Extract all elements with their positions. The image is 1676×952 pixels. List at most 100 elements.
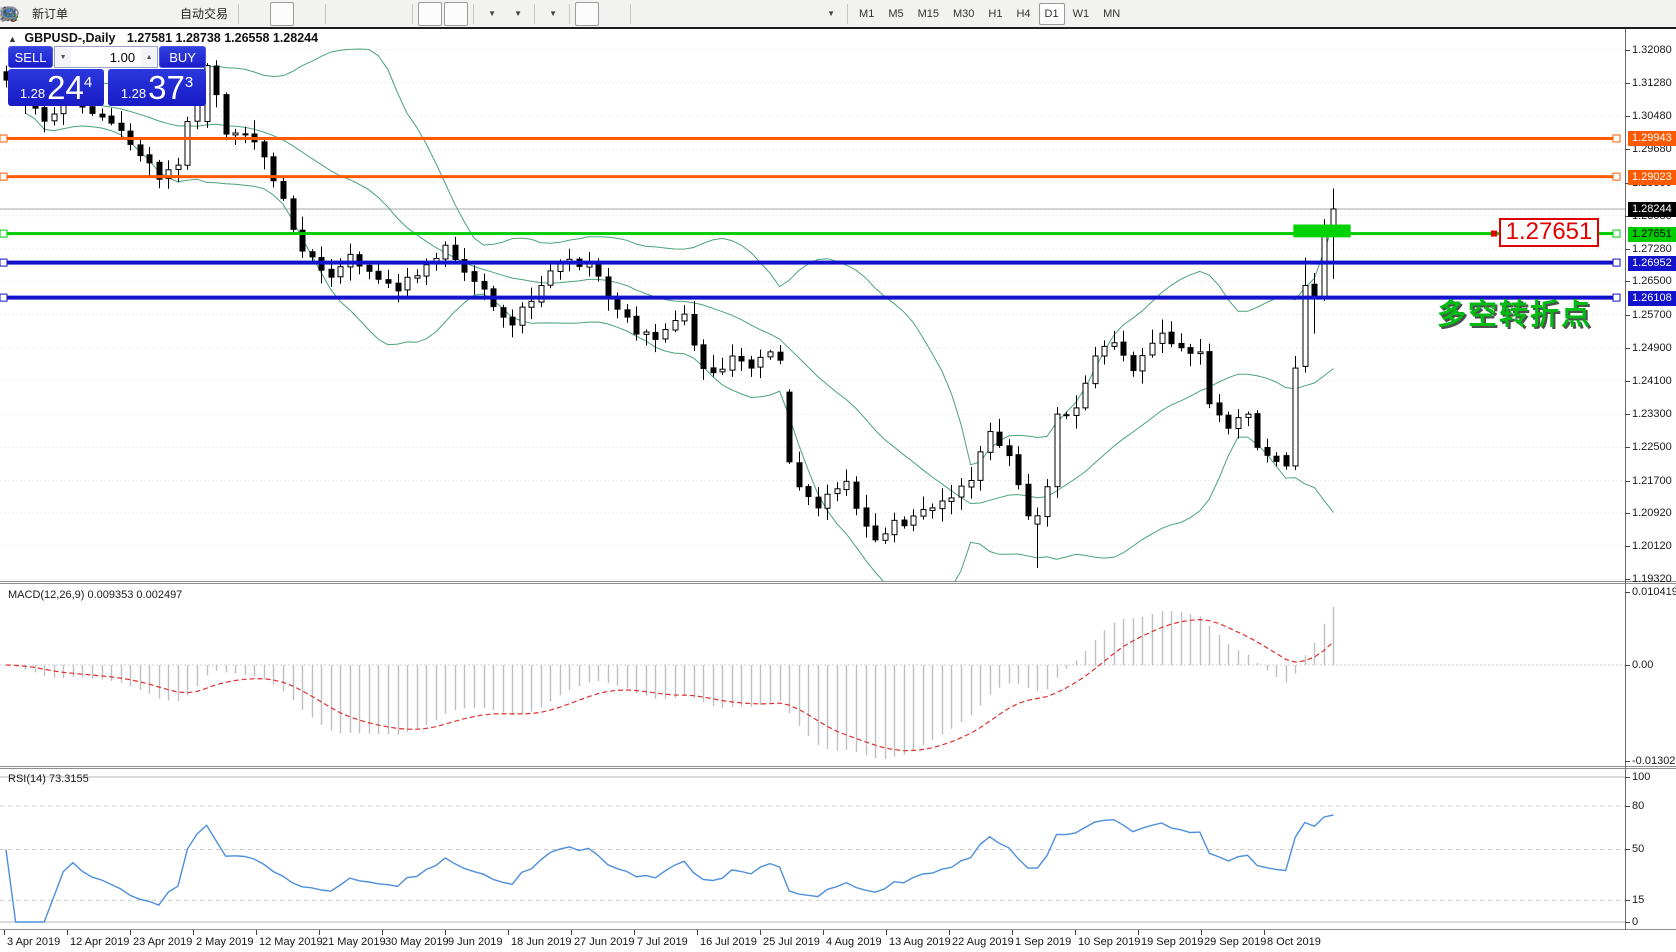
timeframe-button-mn[interactable]: MN xyxy=(1097,3,1126,25)
signals-icon[interactable] xyxy=(1,2,151,26)
date-label: 23 Apr 2019 xyxy=(133,936,193,948)
horizontal-line-object[interactable] xyxy=(0,260,1620,265)
date-tick xyxy=(445,930,446,935)
line-anchor[interactable] xyxy=(0,258,8,267)
autotrading-icon[interactable] xyxy=(0,2,177,26)
timeframe-button-w1[interactable]: W1 xyxy=(1067,3,1096,25)
volume-stepper: ▼ ▲ xyxy=(54,46,159,68)
date-label: 7 Jul 2019 xyxy=(637,936,688,948)
shapes-tool[interactable]: ▼ xyxy=(5,2,842,26)
line-anchor[interactable] xyxy=(1612,258,1621,267)
axis-tick xyxy=(1625,592,1630,593)
timeframe-button-m1[interactable]: M1 xyxy=(853,3,880,25)
separator xyxy=(847,3,849,24)
new-order-label[interactable]: 新订单 xyxy=(32,5,68,22)
buy-button[interactable]: BUY xyxy=(159,46,206,68)
trendline-tool[interactable] xyxy=(1,2,712,26)
data-window-icon[interactable] xyxy=(2,2,125,26)
macd-axis-label: 0.00 xyxy=(1632,659,1654,671)
candle xyxy=(1054,407,1061,498)
chevron-down-icon: ▼ xyxy=(549,9,557,18)
date-label: 21 May 2019 xyxy=(322,936,386,948)
market-watch-icon[interactable] xyxy=(1,2,99,26)
date-label: 27 Jun 2019 xyxy=(574,936,635,948)
rectangle-object[interactable] xyxy=(1293,224,1351,238)
separator xyxy=(412,3,414,24)
autotrading-label[interactable]: 自动交易 xyxy=(180,5,228,22)
periods-button[interactable]: ▼ xyxy=(1,2,529,26)
timeframe-button-m30[interactable]: M30 xyxy=(947,3,980,25)
zoom-in-button[interactable] xyxy=(2,2,355,26)
date-label: 22 Aug 2019 xyxy=(952,936,1014,948)
axis-tick xyxy=(1625,347,1630,349)
horizontal-line-object[interactable] xyxy=(0,175,1620,179)
annotation-anchor[interactable] xyxy=(1491,230,1497,237)
line-anchor[interactable] xyxy=(0,229,8,238)
label-tool[interactable]: T xyxy=(0,2,816,26)
line-anchor[interactable] xyxy=(0,293,8,302)
auto-scroll-button[interactable] xyxy=(2,1,443,26)
price-text-annotation[interactable]: 1.27651 xyxy=(1499,218,1599,247)
cursor-tool-button[interactable] xyxy=(4,1,600,26)
line-anchor[interactable] xyxy=(0,134,8,143)
buy-price-display[interactable]: 1.28 37 3 xyxy=(108,69,206,106)
text-tool[interactable]: A xyxy=(3,2,790,26)
chat-icon[interactable] xyxy=(1,2,1665,26)
channel-tool[interactable]: E xyxy=(1,2,738,26)
date-label: 10 Sep 2019 xyxy=(1078,936,1141,948)
rsi-axis-label: 50 xyxy=(1632,843,1645,855)
one-click-trading-panel: SELL ▼ ▲ BUY 1.28 24 4 1.28 37 3 xyxy=(8,46,206,106)
horizontal-line-object[interactable] xyxy=(0,232,1620,236)
collapse-icon[interactable]: ▲ xyxy=(8,34,17,44)
date-label: 12 Apr 2019 xyxy=(70,936,130,948)
line-anchor[interactable] xyxy=(1612,172,1621,181)
horizontal-line-object[interactable] xyxy=(0,136,1620,140)
axis-tick xyxy=(1625,849,1630,850)
candle xyxy=(184,116,191,170)
panel-separator[interactable] xyxy=(0,581,1676,582)
axis-tick xyxy=(1625,248,1630,250)
main-chart[interactable] xyxy=(0,29,1625,581)
sell-price-display[interactable]: 1.28 24 4 xyxy=(8,69,104,106)
macd-label: MACD(12,26,9) 0.009353 0.002497 xyxy=(8,589,183,601)
line-anchor[interactable] xyxy=(1612,293,1621,302)
volume-decrease-button[interactable]: ▼ xyxy=(55,47,72,67)
timeframe-button-h4[interactable]: H4 xyxy=(1010,3,1036,25)
vertical-line-tool[interactable] xyxy=(6,2,660,26)
line-anchor[interactable] xyxy=(1612,134,1621,143)
macd-panel[interactable] xyxy=(0,584,1625,766)
volume-increase-button[interactable]: ▲ xyxy=(141,47,158,67)
sell-button[interactable]: SELL xyxy=(8,46,54,68)
candle xyxy=(1292,356,1299,471)
chevron-down-icon: ▼ xyxy=(827,9,835,18)
line-chart-mode-button[interactable] xyxy=(1,2,320,26)
bar-chart-mode-button[interactable] xyxy=(3,2,268,26)
panel-separator[interactable] xyxy=(0,766,1676,767)
timeframe-button-d1[interactable]: D1 xyxy=(1038,2,1065,25)
indicators-button[interactable]: ▼ xyxy=(0,2,564,26)
axis-tick xyxy=(1625,512,1630,514)
turning-point-annotation[interactable]: 多空转折点 xyxy=(1437,291,1592,333)
crosshair-tool-button[interactable] xyxy=(1,2,625,26)
search-icon[interactable] xyxy=(2,2,1626,26)
zoom-out-button[interactable] xyxy=(2,2,381,26)
horizontal-line-object[interactable] xyxy=(0,295,1620,300)
line-anchor[interactable] xyxy=(1612,229,1621,238)
new-chart-button[interactable]: ▼ xyxy=(0,2,503,26)
candlestick-mode-button[interactable] xyxy=(2,1,295,26)
rsi-panel[interactable] xyxy=(0,769,1625,929)
fibonacci-tool[interactable]: F xyxy=(2,2,764,26)
price-tick-label: 1.24900 xyxy=(1632,341,1672,354)
volume-input[interactable] xyxy=(71,47,142,67)
chart-shift-button[interactable] xyxy=(2,1,469,26)
horizontal-line-tool[interactable] xyxy=(1,2,686,26)
price-tick-label: 1.20120 xyxy=(1632,540,1672,553)
timeframe-button-h1[interactable]: H1 xyxy=(982,3,1008,25)
date-label: 4 Aug 2019 xyxy=(826,936,882,948)
date-tick xyxy=(130,930,131,935)
rsi-axis-label: 0 xyxy=(1632,916,1639,928)
timeframe-button-m15[interactable]: M15 xyxy=(912,3,945,25)
line-anchor[interactable] xyxy=(0,172,8,181)
tile-windows-button[interactable] xyxy=(0,2,407,26)
timeframe-button-m5[interactable]: M5 xyxy=(882,3,909,25)
